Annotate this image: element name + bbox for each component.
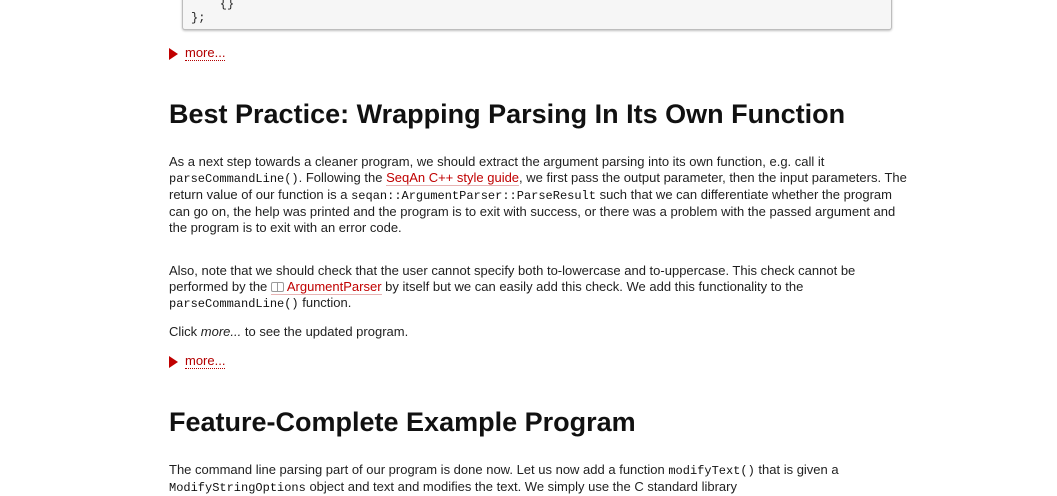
text: to see the updated program. <box>241 324 409 339</box>
more-label[interactable]: more... <box>185 46 226 61</box>
section-heading-best-practice: Best Practice: Wrapping Parsing In Its O… <box>169 99 846 129</box>
text: . Following the <box>298 170 387 185</box>
more-toggle-1[interactable]: more... <box>169 46 226 61</box>
inline-code: modifyText() <box>668 464 755 478</box>
more-label[interactable]: more... <box>185 354 226 369</box>
emphasis: more... <box>200 324 242 339</box>
paragraph: Click more... to see the updated program… <box>169 324 909 340</box>
inline-code: ModifyStringOptions <box>169 481 306 495</box>
text: function. <box>298 295 352 310</box>
expand-triangle-icon <box>169 355 178 368</box>
paragraph: The command line parsing part of our pro… <box>169 462 909 496</box>
text: by itself but we can easily add this che… <box>381 279 804 294</box>
code-line: }; <box>191 11 206 25</box>
text: The command line parsing part of our pro… <box>169 462 669 477</box>
link-label[interactable]: ArgumentParser <box>287 279 382 294</box>
book-icon <box>270 281 285 292</box>
text: Click <box>169 324 201 339</box>
style-guide-link[interactable]: SeqAn C++ style guide <box>386 170 520 186</box>
paragraph: Also, note that we should check that the… <box>169 263 909 312</box>
inline-code: seqan::ArgumentParser::ParseResult <box>351 189 596 203</box>
code-block: {} }; <box>182 0 892 30</box>
code-line: {} <box>191 0 235 11</box>
inline-code: parseCommandLine() <box>169 297 299 311</box>
more-toggle-2[interactable]: more... <box>169 354 226 369</box>
text: that is given a <box>754 462 839 477</box>
text: As a next step towards a cleaner program… <box>169 154 825 169</box>
paragraph: As a next step towards a cleaner program… <box>169 154 909 236</box>
expand-triangle-icon <box>169 47 178 60</box>
inline-code: parseCommandLine() <box>169 172 299 186</box>
section-heading-feature-complete: Feature-Complete Example Program <box>169 407 636 437</box>
argument-parser-link[interactable]: ArgumentParser <box>270 279 382 295</box>
